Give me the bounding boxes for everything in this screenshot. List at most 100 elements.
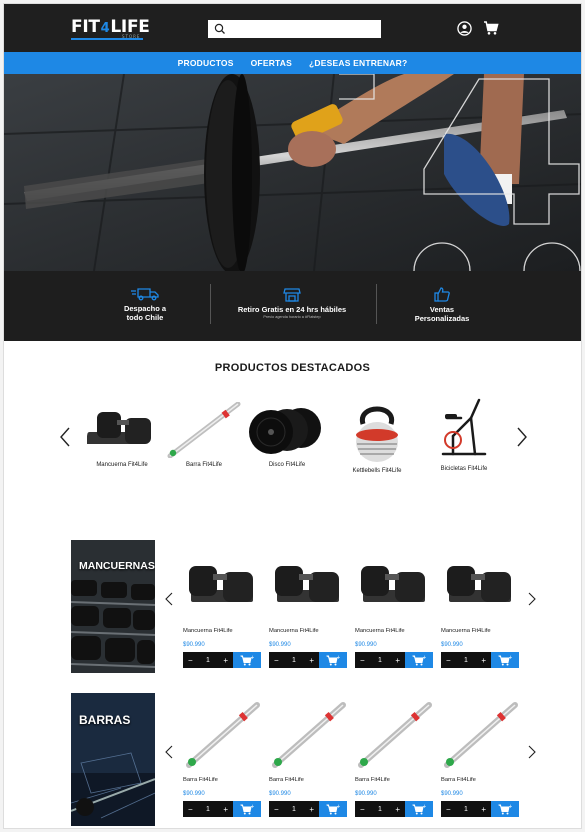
- add-to-cart-button[interactable]: +: [491, 652, 519, 668]
- benefit-1-line1: Despacho a: [123, 304, 167, 313]
- dumbbell-image: [189, 566, 253, 602]
- barbell-image: [186, 702, 260, 768]
- product-card[interactable]: Barra Fit4Life $90.990 − 1 + +: [183, 701, 261, 817]
- carousel-next-icon[interactable]: [515, 426, 529, 448]
- nav-deseas-entrenar[interactable]: ¿DESEAS ENTRENAR?: [309, 58, 407, 68]
- increment-button[interactable]: +: [309, 656, 314, 665]
- quantity-control: − 1 + +: [355, 652, 433, 668]
- dumbbell-image: [447, 566, 511, 602]
- category-prev-icon[interactable]: [165, 592, 173, 606]
- add-to-cart-button[interactable]: +: [233, 801, 261, 817]
- search-input[interactable]: [208, 20, 381, 38]
- cart-icon[interactable]: [483, 20, 499, 36]
- carousel-prev-icon[interactable]: [58, 426, 72, 448]
- product-card[interactable]: Barra Fit4Life $90.990 − 1 + +: [355, 701, 433, 817]
- add-cart-icon: +: [498, 804, 512, 814]
- product-name: Mancuerna Fit4Life: [269, 628, 319, 634]
- decrement-button[interactable]: −: [446, 805, 451, 814]
- exercise-bike-image: [441, 398, 487, 456]
- category-banner-mancuernas[interactable]: MANCUERNAS: [71, 540, 155, 673]
- user-account-icon[interactable]: [457, 21, 472, 36]
- product-card[interactable]: Mancuerna Fit4Life $90.990 − 1 + +: [441, 552, 519, 668]
- benefit-1-line2: todo Chile: [126, 313, 164, 322]
- svg-text:+: +: [423, 804, 427, 810]
- benefit-3-line1: Ventas: [429, 305, 455, 314]
- decrement-button[interactable]: −: [446, 656, 451, 665]
- divider: [376, 284, 377, 324]
- main-nav: PRODUCTOS OFERTAS ¿DESEAS ENTRENAR?: [4, 52, 581, 74]
- featured-item-disco[interactable]: Disco Fit4Life: [247, 402, 327, 468]
- product-price: $90.990: [269, 642, 291, 648]
- featured-label: Bicicletas Fit4Life: [440, 466, 488, 472]
- add-to-cart-button[interactable]: +: [405, 652, 433, 668]
- featured-item-mancuerna[interactable]: Mancuerna Fit4Life: [82, 402, 162, 468]
- featured-label: Kettlebells Fit4Life: [352, 468, 402, 474]
- product-name: Mancuerna Fit4Life: [183, 628, 233, 634]
- increment-button[interactable]: +: [481, 805, 486, 814]
- search-icon[interactable]: [214, 23, 226, 35]
- product-card[interactable]: Mancuerna Fit4Life $90.990 − 1 + +: [183, 552, 261, 668]
- decrement-button[interactable]: −: [274, 805, 279, 814]
- featured-item-kettlebell[interactable]: Kettlebells Fit4Life: [337, 402, 417, 474]
- decrement-button[interactable]: −: [274, 656, 279, 665]
- quantity-control: − 1 + +: [441, 801, 519, 817]
- product-card[interactable]: Mancuerna Fit4Life $90.990 − 1 + +: [355, 552, 433, 668]
- nav-productos[interactable]: PRODUCTOS: [178, 58, 234, 68]
- product-card[interactable]: Barra Fit4Life $90.990 − 1 + +: [269, 701, 347, 817]
- category-next-icon[interactable]: [528, 592, 536, 606]
- svg-text:+: +: [337, 804, 341, 810]
- add-to-cart-button[interactable]: +: [319, 652, 347, 668]
- featured-carousel: Mancuerna Fit4Life Barra Fit4Life Disco …: [4, 374, 581, 514]
- quantity-control: − 1 + +: [355, 801, 433, 817]
- decrement-button[interactable]: −: [360, 656, 365, 665]
- add-to-cart-button[interactable]: +: [233, 652, 261, 668]
- quantity-value: 1: [206, 805, 210, 813]
- product-card[interactable]: Mancuerna Fit4Life $90.990 − 1 + +: [269, 552, 347, 668]
- increment-button[interactable]: +: [481, 656, 486, 665]
- category-next-icon[interactable]: [528, 745, 536, 759]
- decrement-button[interactable]: −: [360, 805, 365, 814]
- increment-button[interactable]: +: [309, 805, 314, 814]
- featured-item-barra[interactable]: Barra Fit4Life: [164, 402, 244, 468]
- nav-ofertas[interactable]: OFERTAS: [251, 58, 292, 68]
- barbell-image: [167, 402, 241, 458]
- category-banner-barras[interactable]: BARRAS: [71, 693, 155, 826]
- hero-banner: [4, 74, 581, 271]
- decrement-button[interactable]: −: [188, 656, 193, 665]
- increment-button[interactable]: +: [223, 656, 228, 665]
- kettlebell-image: [356, 406, 398, 462]
- increment-button[interactable]: +: [223, 805, 228, 814]
- product-card[interactable]: Barra Fit4Life $90.990 − 1 + +: [441, 701, 519, 817]
- quantity-value: 1: [464, 656, 468, 664]
- increment-button[interactable]: +: [395, 805, 400, 814]
- product-price: $90.990: [183, 791, 205, 797]
- quantity-stepper: − 1 +: [183, 652, 233, 668]
- add-to-cart-button[interactable]: +: [491, 801, 519, 817]
- barbell-image: [358, 702, 432, 768]
- logo[interactable]: FIT4LIFE STORE: [71, 17, 150, 39]
- page: FIT4LIFE STORE PRODUCTOS OFERTAS ¿DESEAS…: [3, 3, 582, 829]
- divider: [210, 284, 211, 324]
- product-name: Barra Fit4Life: [355, 777, 390, 783]
- add-cart-icon: +: [412, 804, 427, 814]
- product-price: $90.990: [441, 642, 463, 648]
- decrement-button[interactable]: −: [188, 805, 193, 814]
- add-to-cart-button[interactable]: +: [319, 801, 347, 817]
- category-prev-icon[interactable]: [165, 745, 173, 759]
- add-cart-icon: +: [326, 655, 340, 665]
- featured-item-bicicleta[interactable]: Bicicletas Fit4Life: [424, 396, 504, 472]
- barbell-image: [272, 702, 346, 768]
- add-cart-icon: +: [240, 655, 254, 665]
- quantity-stepper: − 1 +: [441, 652, 491, 668]
- add-to-cart-button[interactable]: +: [405, 801, 433, 817]
- benefits-band: Despacho a todo Chile Retiro Gratis en 2…: [4, 271, 581, 341]
- increment-button[interactable]: +: [395, 656, 400, 665]
- product-price: $90.990: [441, 791, 463, 797]
- add-cart-icon: +: [498, 655, 513, 665]
- svg-text:+: +: [509, 655, 513, 661]
- product-name: Barra Fit4Life: [183, 777, 218, 783]
- quantity-stepper: − 1 +: [183, 801, 233, 817]
- thumbs-up-icon: [434, 287, 450, 302]
- logo-four: 4: [100, 21, 110, 36]
- barbell-image: [444, 702, 518, 768]
